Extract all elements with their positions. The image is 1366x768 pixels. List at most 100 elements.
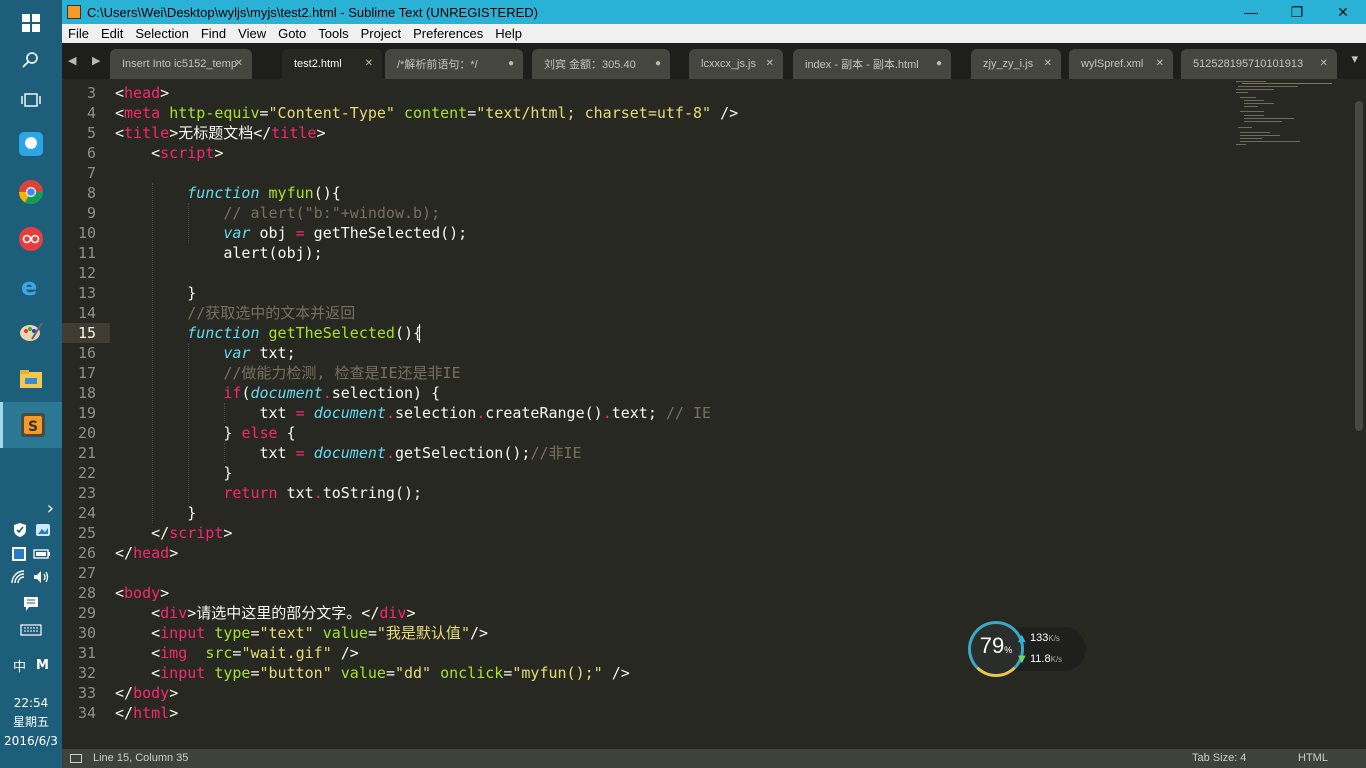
menu-goto[interactable]: Goto (272, 26, 312, 41)
code-token: document (313, 444, 386, 462)
shield-icon[interactable] (12, 522, 28, 538)
minimize-button[interactable]: — (1228, 0, 1274, 24)
code-line[interactable]: </head> (115, 543, 178, 563)
close-tab-icon[interactable]: ✕ (1156, 58, 1164, 69)
code-line[interactable]: } (115, 463, 232, 483)
taskbar-app-qq[interactable] (0, 121, 62, 167)
code-line[interactable]: if(document.selection) { (115, 383, 440, 403)
code-line[interactable]: </body> (115, 683, 178, 703)
tab-id-number[interactable]: 512528195710101913 ✕ (1181, 49, 1337, 79)
close-tab-icon[interactable]: ✕ (365, 58, 373, 69)
tab-label: wylSpref.xml (1081, 58, 1144, 70)
touch-keyboard-button[interactable] (0, 624, 62, 636)
code-line[interactable]: // alert("b:"+window.b); (115, 203, 440, 223)
vertical-scrollbar[interactable] (1352, 79, 1366, 749)
menu-selection[interactable]: Selection (129, 26, 194, 41)
text-cursor (419, 324, 420, 343)
code-line[interactable]: <div>请选中这里的部分文字。</div> (115, 603, 415, 623)
battery-icon[interactable] (33, 548, 51, 560)
taskbar-app-chrome[interactable] (0, 169, 62, 215)
tab-zjy[interactable]: zjy_zy_i.js ✕ (971, 49, 1061, 79)
scrollbar-thumb[interactable] (1355, 101, 1363, 431)
image-tool-icon[interactable] (35, 522, 51, 538)
close-tab-icon[interactable]: ✕ (1044, 58, 1052, 69)
dirty-dot-icon[interactable]: ● (655, 58, 661, 69)
menu-view[interactable]: View (232, 26, 272, 41)
dirty-dot-icon[interactable]: ● (508, 58, 514, 69)
tab-size-selector[interactable]: Tab Size: 4 (1192, 752, 1246, 764)
maximize-button[interactable]: ❐ (1274, 0, 1320, 24)
menu-tools[interactable]: Tools (312, 26, 354, 41)
tab-insert-into[interactable]: Insert Into ic5152_temp ✕ (110, 49, 252, 79)
download-rate-value: 11.8 (1030, 653, 1051, 665)
task-view-button[interactable] (0, 77, 62, 123)
code-line[interactable]: alert(obj); (115, 243, 322, 263)
code-line[interactable]: } else { (115, 423, 295, 443)
syntax-selector[interactable]: HTML (1298, 752, 1328, 764)
code-line[interactable]: txt = document.selection.createRange().t… (115, 403, 711, 423)
code-line[interactable]: </script> (115, 523, 232, 543)
code-line[interactable]: <input type="button" value="dd" onclick=… (115, 663, 630, 683)
ime-language-indicator[interactable]: 中 (13, 656, 26, 675)
menu-help[interactable]: Help (489, 26, 528, 41)
code-line[interactable]: <title>无标题文档</title> (115, 123, 325, 143)
tab-nav-arrows[interactable]: ◀ ▶ (68, 54, 106, 67)
tab-index-copy[interactable]: index - 副本 - 副本.html ● (793, 49, 951, 79)
code-token: var (223, 344, 251, 362)
panel-toggle-icon[interactable] (70, 754, 82, 763)
action-center-button[interactable] (0, 596, 62, 612)
code-token: if (223, 384, 242, 402)
code-line[interactable]: var obj = getTheSelected(); (115, 223, 467, 243)
tray-expand-button[interactable]: › (0, 498, 62, 519)
wifi-icon[interactable] (11, 570, 27, 584)
tab-amount[interactable]: 刘宾 金额：305.40 ● (532, 49, 670, 79)
code-line[interactable]: <head> (115, 83, 169, 103)
code-line[interactable]: <input type="text" value="我是默认值"/> (115, 623, 488, 643)
taskbar-app-paint[interactable] (0, 309, 62, 355)
close-button[interactable]: ✕ (1320, 0, 1366, 24)
volume-icon[interactable] (33, 570, 51, 584)
close-tab-icon[interactable]: ✕ (766, 58, 774, 69)
tab-wylspref[interactable]: wylSpref.xml ✕ (1069, 49, 1173, 79)
network-speed-widget[interactable]: 79% ▲ 133K/s ▼ 11.8K/s (968, 621, 1086, 677)
window-title-bar[interactable]: C:\Users\Wei\Desktop\wyljs\myjs\test2.ht… (62, 0, 1366, 24)
taskbar-app-edge[interactable]: e (0, 263, 62, 309)
tab-list-dropdown-icon[interactable]: ▾ (1351, 52, 1358, 67)
code-line[interactable]: //做能力检测, 检查是IE还是非IE (115, 363, 460, 383)
close-tab-icon[interactable]: ✕ (235, 58, 243, 69)
close-tab-icon[interactable]: ✕ (1320, 58, 1328, 69)
code-token: . (476, 404, 486, 422)
download-rate-unit: K/s (1050, 655, 1063, 664)
code-line[interactable]: function getTheSelected(){ (115, 323, 422, 343)
code-line[interactable]: txt = document.getSelection();//非IE (115, 443, 581, 463)
code-line[interactable]: <img src="wait.gif" /> (115, 643, 359, 663)
taskbar-app-player[interactable] (0, 216, 62, 262)
code-token: . (385, 444, 395, 462)
tab-test2[interactable]: test2.html ✕ (282, 49, 382, 79)
tab-parse[interactable]: /*解析前语句：*/ ● (385, 49, 523, 79)
menu-preferences[interactable]: Preferences (407, 26, 489, 41)
code-line[interactable]: <meta http-equiv="Content-Type" content=… (115, 103, 738, 123)
tab-lcxxcx[interactable]: lcxxcx_js.js ✕ (689, 49, 783, 79)
dirty-dot-icon[interactable]: ● (936, 58, 942, 69)
menu-edit[interactable]: Edit (95, 26, 129, 41)
code-line[interactable]: </html> (115, 703, 178, 723)
taskbar-app-explorer[interactable] (0, 356, 62, 402)
menu-file[interactable]: File (62, 26, 95, 41)
minimap[interactable] (1236, 79, 1348, 149)
code-editor[interactable]: 3 4 5 6 7 8 9 10 11 12 13 14 15 16 17 18 19 20 21 22 23 24 25 2… (62, 79, 1352, 749)
menu-find[interactable]: Find (195, 26, 232, 41)
menu-project[interactable]: Project (355, 26, 407, 41)
code-token: = (467, 104, 477, 122)
code-line[interactable]: } (115, 283, 196, 303)
code-line[interactable]: <body> (115, 583, 169, 603)
code-line[interactable]: } (115, 503, 196, 523)
taskbar-app-sublime[interactable]: S (0, 402, 62, 448)
taskbar-clock[interactable]: 22:54 星期五 2016/6/3 (0, 694, 62, 751)
photo-icon[interactable] (11, 546, 27, 562)
code-line[interactable]: var txt; (115, 343, 295, 363)
code-line[interactable]: function myfun(){ (115, 183, 341, 203)
code-line[interactable]: return txt.toString(); (115, 483, 422, 503)
ime-mode-indicator[interactable]: M (36, 658, 49, 673)
code-line[interactable]: <script> (115, 143, 223, 163)
